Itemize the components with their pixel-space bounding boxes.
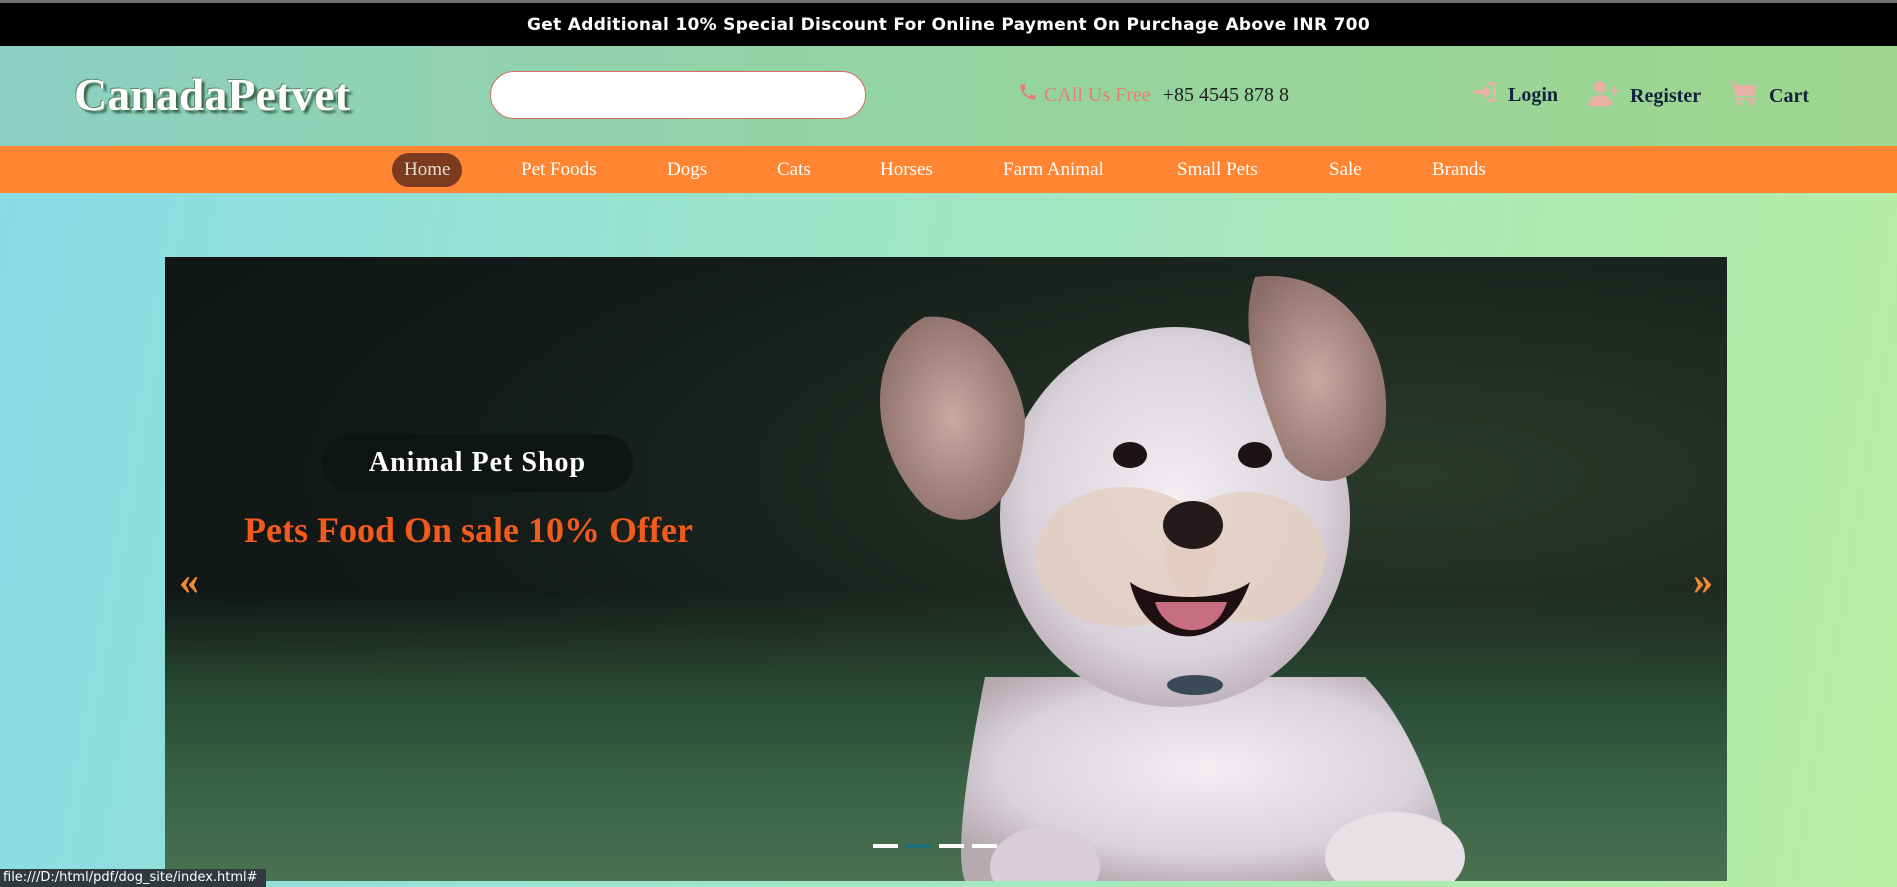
cart-icon bbox=[1729, 80, 1759, 113]
carousel-prev-button[interactable]: « bbox=[179, 557, 199, 604]
caption-title: Animal Pet Shop bbox=[322, 434, 633, 492]
browser-status-bar: file:///D:/html/pdf/dog_site/index.html# bbox=[0, 869, 266, 887]
nav-item-horses[interactable]: Horses bbox=[868, 153, 945, 187]
carousel-indicator-3[interactable] bbox=[939, 844, 964, 848]
nav-item-home[interactable]: Home bbox=[392, 153, 463, 187]
carousel-indicators bbox=[873, 844, 997, 848]
main-navigation: Home Pet Foods Dogs Cats Horses Farm Ani… bbox=[0, 146, 1897, 193]
nav-item-brands[interactable]: Brands bbox=[1420, 153, 1498, 187]
nav-item-sale[interactable]: Sale bbox=[1317, 153, 1374, 187]
hero-carousel: Animal Pet Shop Pets Food On sale 10% Of… bbox=[165, 257, 1727, 881]
nav-item-farm-animal[interactable]: Farm Animal bbox=[991, 153, 1116, 187]
cart-button[interactable]: Cart bbox=[1729, 80, 1809, 113]
phone-icon bbox=[1018, 82, 1038, 108]
caption-offer: Pets Food On sale 10% Offer bbox=[244, 510, 693, 550]
carousel-next-button[interactable]: » bbox=[1693, 557, 1713, 604]
nav-item-dogs[interactable]: Dogs bbox=[655, 153, 719, 187]
nav-item-cats[interactable]: Cats bbox=[765, 153, 823, 187]
cart-label: Cart bbox=[1769, 85, 1809, 107]
login-icon bbox=[1472, 80, 1498, 111]
login-label: Login bbox=[1508, 84, 1559, 106]
search-input[interactable] bbox=[490, 71, 866, 119]
dog-photo bbox=[880, 276, 1465, 881]
register-label: Register bbox=[1630, 85, 1702, 107]
announcement-text: Get Additional 10% Special Discount For … bbox=[527, 14, 1370, 35]
login-button[interactable]: Login bbox=[1472, 80, 1558, 111]
announcement-bar: Get Additional 10% Special Discount For … bbox=[0, 0, 1897, 46]
carousel-indicator-2[interactable] bbox=[906, 844, 931, 848]
call-label: CAll Us Free bbox=[1044, 83, 1151, 106]
add-user-icon bbox=[1588, 80, 1620, 113]
nav-item-small-pets[interactable]: Small Pets bbox=[1165, 153, 1270, 187]
register-button[interactable]: Register bbox=[1588, 80, 1701, 113]
phone-number[interactable]: +85 4545 878 8 bbox=[1163, 84, 1289, 107]
site-logo[interactable]: CanadaPetvet bbox=[74, 68, 350, 121]
site-header: CanadaPetvet CAll Us Free +85 4545 878 8… bbox=[0, 46, 1897, 146]
nav-item-pet-foods[interactable]: Pet Foods bbox=[509, 153, 609, 187]
phone-contact: CAll Us Free +85 4545 878 8 bbox=[1018, 82, 1289, 108]
carousel-indicator-1[interactable] bbox=[873, 844, 898, 848]
carousel-indicator-4[interactable] bbox=[972, 844, 997, 848]
